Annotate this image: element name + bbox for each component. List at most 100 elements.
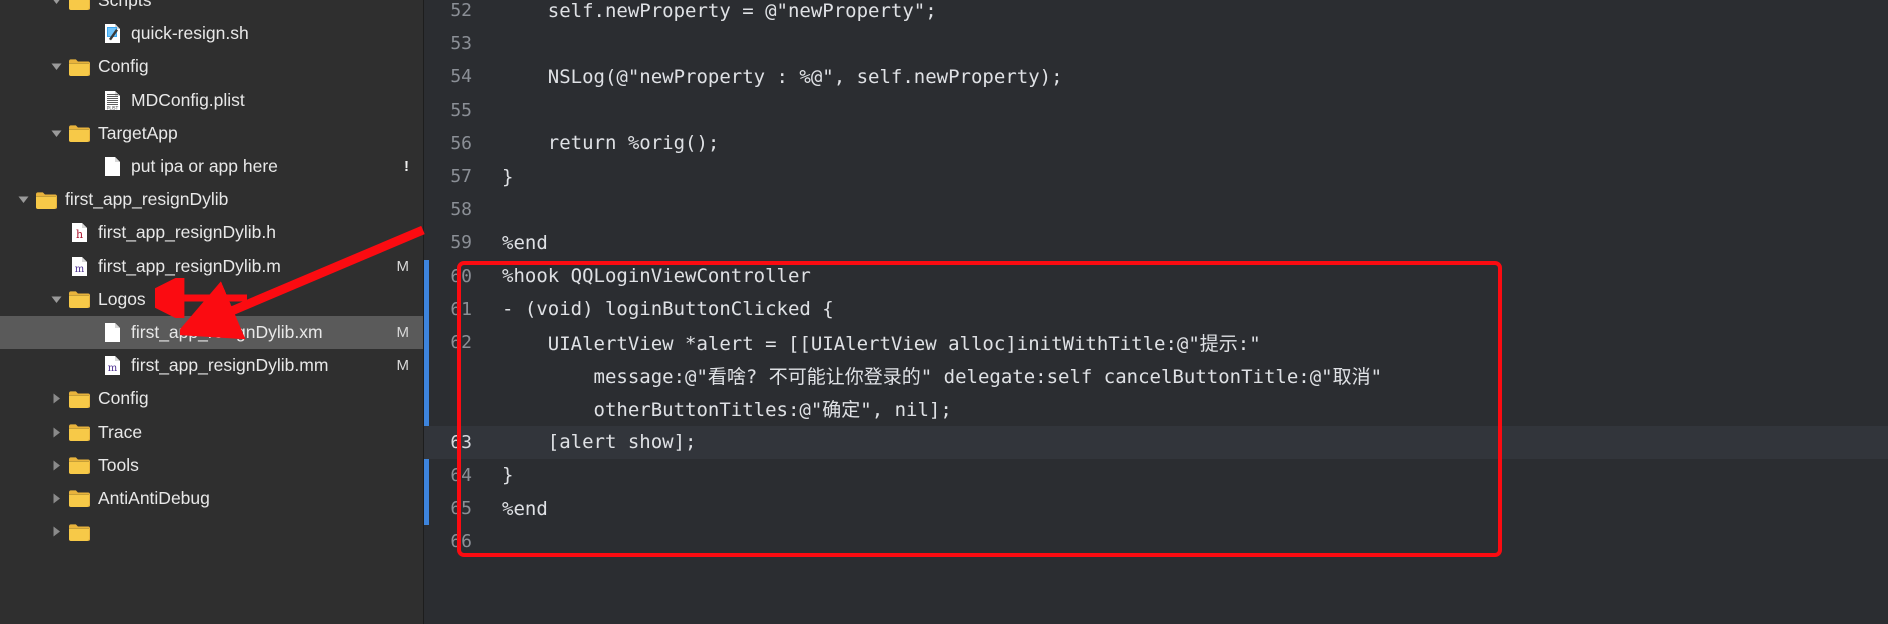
code-line[interactable]: 65 %end — [424, 492, 1888, 525]
tree-item-config[interactable]: Config — [0, 382, 423, 415]
code-lines-container[interactable]: 52 self.newProperty = @"newProperty"; 53 5… — [424, 0, 1888, 624]
code-line[interactable]: otherButtonTitles:@"确定", nil]; — [424, 392, 1888, 425]
disclosure-triangle-down-icon[interactable] — [12, 193, 34, 206]
code-line-text: UIAlertView *alert = [[UIAlertView alloc… — [502, 333, 1261, 356]
code-line[interactable]: 60 %hook QQLoginViewController — [424, 260, 1888, 293]
tree-item-first-app-resigndylib[interactable]: first_app_resignDylib — [0, 183, 423, 216]
code-editor-pane[interactable]: 52 self.newProperty = @"newProperty"; 53 5… — [424, 0, 1888, 624]
tree-item-label: Config — [98, 56, 149, 77]
tree-item-put-ipa-or-app-here[interactable]: put ipa or app here! — [0, 150, 423, 183]
tree-item-first-app-resigndylib-h[interactable]: h first_app_resignDylib.h — [0, 216, 423, 249]
line-number-gutter: 63 — [450, 431, 472, 453]
svg-text:PLIST: PLIST — [106, 105, 118, 110]
line-number-gutter: 62 — [450, 332, 472, 354]
tree-item-first-app-resigndylib-xm[interactable]: first_app_resignDylib.xm M — [0, 315, 423, 350]
disclosure-triangle-down-icon[interactable] — [45, 0, 67, 7]
disclosure-triangle-right-icon[interactable] — [45, 525, 67, 538]
tree-item-label: Config — [98, 388, 149, 409]
disclosure-triangle-down-icon[interactable] — [45, 293, 67, 306]
line-number-gutter: 65 — [450, 498, 472, 520]
line-number-gutter: 59 — [450, 232, 472, 254]
tree-item-mdconfig-plist[interactable]: PLIST MDConfig.plist — [0, 84, 423, 117]
line-number-gutter: 60 — [450, 265, 472, 287]
tree-item-antiantidebug[interactable]: AntiAntiDebug — [0, 482, 423, 515]
folder-icon — [67, 0, 91, 10]
objc-file-icon: m — [67, 256, 91, 277]
editor-window: Scripts quick-resign.sh Config PLIST MDConfi… — [0, 0, 1888, 624]
tree-item-label: AntiAntiDebug — [98, 487, 210, 508]
status-badge: M — [396, 257, 410, 275]
code-line[interactable]: 58 — [424, 193, 1888, 226]
blank-file-icon — [100, 156, 124, 177]
code-line-text: [alert show]; — [502, 431, 697, 454]
objcpp-file-icon: m — [100, 355, 124, 376]
code-line[interactable]: 63 [alert show]; — [424, 425, 1888, 459]
code-line-text: otherButtonTitles:@"确定", nil]; — [502, 399, 952, 422]
disclosure-triangle-down-icon[interactable] — [45, 127, 67, 140]
code-line[interactable]: 66 — [424, 525, 1888, 558]
code-line[interactable]: 54 NSLog(@"newProperty : %@", self.newPr… — [424, 60, 1888, 93]
header-file-icon: h — [67, 222, 91, 243]
code-line[interactable]: 57} — [424, 160, 1888, 193]
svg-text:h: h — [75, 228, 82, 241]
tree-item-trace[interactable]: Trace — [0, 415, 423, 448]
svg-text:m: m — [107, 363, 117, 374]
tree-item-logos[interactable]: Logos — [0, 283, 423, 316]
tree-item-label: put ipa or app here — [131, 156, 278, 177]
tree-item-label: first_app_resignDylib.xm — [131, 321, 323, 342]
disclosure-triangle-right-icon[interactable] — [45, 459, 67, 472]
disclosure-triangle-right-icon[interactable] — [45, 392, 67, 405]
folder-icon — [67, 489, 91, 508]
code-line-text: return %orig(); — [502, 132, 720, 155]
folder-icon — [67, 390, 91, 408]
line-number-gutter: 58 — [450, 199, 472, 221]
disclosure-triangle-right-icon[interactable] — [45, 426, 67, 439]
status-badge: M — [396, 323, 410, 341]
tree-item-label: Tools — [98, 454, 139, 475]
tree-item-label: first_app_resignDylib.mm — [131, 355, 329, 376]
code-line[interactable]: message:@"看啥? 不可能让你登录的" delegate:self ca… — [424, 359, 1888, 392]
line-number-gutter: 54 — [450, 66, 472, 88]
tree-item-label: Scripts — [98, 0, 152, 11]
folder-icon — [67, 58, 91, 76]
tree-item-scripts[interactable]: Scripts — [0, 0, 423, 17]
tree-item-first-app-resigndylib-mm[interactable]: m first_app_resignDylib.mm M — [0, 349, 423, 382]
tree-item-targetapp[interactable]: TargetApp — [0, 117, 423, 150]
tree-item-item-16[interactable] — [0, 515, 423, 548]
disclosure-triangle-down-icon[interactable] — [45, 60, 67, 73]
tree-item-first-app-resigndylib-m[interactable]: m first_app_resignDylib.m M — [0, 250, 423, 283]
code-line-text: - (void) loginButtonClicked { — [502, 298, 834, 321]
code-line[interactable]: 64} — [424, 459, 1888, 492]
tree-item-tools[interactable]: Tools — [0, 449, 423, 482]
folder-icon — [67, 290, 91, 309]
tree-item-label: Logos — [98, 288, 146, 309]
code-line[interactable]: 62 UIAlertView *alert = [[UIAlertView al… — [424, 326, 1888, 359]
tree-item-label: TargetApp — [98, 122, 178, 143]
tree-item-label: first_app_resignDylib.h — [98, 222, 277, 243]
code-line-text: %end — [502, 497, 548, 520]
folder-icon — [67, 456, 91, 475]
code-line-text: } — [502, 464, 514, 487]
file-tree: Scripts quick-resign.sh Config PLIST MDConfi… — [0, 0, 423, 548]
code-line[interactable]: 55 — [424, 94, 1888, 127]
code-line-text: NSLog(@"newProperty : %@", self.newPrope… — [502, 65, 1063, 88]
code-line-text: %hook QQLoginViewController — [502, 265, 811, 288]
code-line-text: %end — [502, 231, 548, 254]
status-badge: M — [396, 357, 410, 375]
code-line[interactable]: 59 %end — [424, 226, 1888, 259]
disclosure-triangle-right-icon[interactable] — [45, 492, 67, 505]
line-number-gutter: 53 — [450, 33, 472, 55]
code-line[interactable]: 56 return %orig(); — [424, 127, 1888, 160]
code-line[interactable]: 61 - (void) loginButtonClicked { — [424, 293, 1888, 326]
tree-item-quick-resign-sh[interactable]: quick-resign.sh — [0, 17, 423, 50]
code-line[interactable]: 52 self.newProperty = @"newProperty"; — [424, 0, 1888, 27]
line-number-gutter: 64 — [450, 464, 472, 486]
code-line[interactable]: 53 — [424, 27, 1888, 60]
status-badge: ! — [404, 158, 409, 176]
tree-item-config[interactable]: Config — [0, 50, 423, 83]
code-line-text: self.newProperty = @"newProperty"; — [502, 0, 937, 22]
tree-item-label: first_app_resignDylib — [65, 189, 229, 210]
project-navigator-sidebar[interactable]: Scripts quick-resign.sh Config PLIST MDConfi… — [0, 0, 424, 624]
line-number-gutter: 56 — [450, 132, 472, 154]
tree-item-label: Trace — [98, 421, 143, 442]
